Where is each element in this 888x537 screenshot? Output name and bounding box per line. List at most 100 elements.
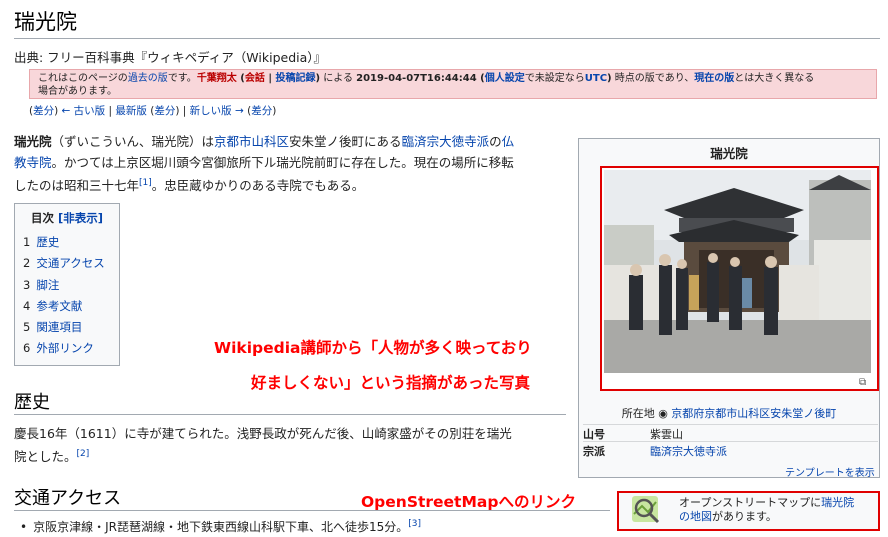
old-revision-line-1: これはこのページの過去の版です。千葉翔太 (会話 | 投稿記録) による 201… [38, 72, 868, 85]
toc-item-label[interactable]: 脚注 [36, 278, 59, 292]
toc-item-num: 4 [23, 298, 31, 313]
ref-3-link[interactable]: [3] [408, 519, 421, 529]
infobox-row: 宗派 [583, 443, 605, 459]
article-subject: 瑞光院 [14, 134, 52, 149]
infobox-location: 所在地 ◉ 京都府京都市山科区安朱堂ノ後町 [621, 407, 837, 420]
access-text: 京阪京津線・JR琵琶湖線・地下鉄東西線山科駅下車、北へ徒歩15分。 [33, 520, 409, 534]
toc-item-label[interactable]: 関連項目 [36, 320, 82, 334]
toc-item[interactable]: 2 交通アクセス [23, 253, 119, 274]
toc-item-label[interactable]: 外部リンク [36, 341, 94, 355]
infobox-key: 山号 [583, 428, 605, 441]
photo-annotation-line-1: Wikipedia講師から「人物が多く映っており [214, 339, 532, 357]
history-paragraph: 慶長16年（1611）に寺が建てられた。浅野長政が死んだ後、山崎家盛がその別荘を… [14, 424, 569, 467]
toc-header: 目次 [非表示] [15, 210, 119, 226]
old-revision-suffix: とは大きく異なる [734, 73, 815, 84]
intro-reading: （ずいこういん、瑞光院）は [51, 134, 215, 149]
page-title: 瑞光院 [14, 10, 77, 34]
access-heading: 交通アクセス [14, 488, 122, 509]
toc-item[interactable]: 6 外部リンク [23, 338, 119, 359]
osm-magnifier-icon [630, 494, 662, 526]
ref-1-link[interactable]: [1] [139, 178, 152, 188]
temple-link[interactable]: 仏 [502, 134, 515, 149]
talk-link[interactable]: 会話 [245, 73, 265, 84]
old-revision-unset: で未設定なら [524, 73, 585, 84]
infobox-value: 紫雲山 [650, 428, 683, 441]
old-revision-by: による [320, 73, 357, 84]
contribs-link[interactable]: 投稿記録 [276, 73, 316, 84]
revision-nav: (差分) ← 古い版 | 最新版 (差分) | 新しい版 → (差分) [29, 105, 277, 117]
infobox-key: 宗派 [583, 445, 605, 458]
osm-text-2: があります。 [712, 510, 777, 523]
diff-link-2[interactable]: 差分 [154, 105, 175, 117]
history-text-1: 慶長16年（1611）に寺が建てられた。浅野長政が死んだ後、山崎家盛がその別荘を… [14, 426, 512, 441]
bullet: • [20, 520, 28, 534]
history-text-2: 院とした。 [14, 449, 77, 465]
infobox-sect-link[interactable]: 臨済宗大徳寺派 [650, 443, 727, 459]
current-version-link[interactable]: 現在の版 [694, 73, 734, 84]
table-of-contents: 目次 [非表示] 1 歴史 2 交通アクセス 3 脚注 4 参考文献 5 関連項目 6 外部… [14, 203, 120, 366]
temple-photo-image [604, 170, 871, 373]
infobox-row-divider [583, 424, 878, 425]
preferences-link[interactable]: 個人設定 [485, 73, 525, 84]
user-link[interactable]: 千葉翔太 [197, 73, 237, 84]
toc-item-label[interactable]: 交通アクセス [36, 256, 104, 270]
old-revision-is: です。 [167, 73, 197, 84]
temple-photo[interactable] [604, 170, 871, 373]
toc-item-num: 3 [23, 277, 31, 292]
toc-item[interactable]: 1 歴史 [23, 232, 119, 253]
utc-link[interactable]: UTC [585, 73, 607, 84]
place-link[interactable]: 京都市山科区 [214, 134, 289, 149]
revision-timestamp: 2019-04-07T16:44:44 [356, 73, 477, 84]
toc-item[interactable]: 5 関連項目 [23, 317, 119, 338]
infobox-row-divider [583, 441, 878, 442]
newer-revision-link[interactable]: 新しい版 → [190, 105, 244, 117]
location-label: 所在地 [621, 407, 655, 420]
intro-sentence-4: 。忠臣蔵ゆかりのある寺院でもある。 [151, 178, 365, 194]
old-revision-prefix: これはこのページの [38, 73, 128, 84]
template-link[interactable]: テンプレートを表示 [785, 464, 875, 479]
history-heading: 歴史 [14, 392, 50, 413]
osm-map-link[interactable]: の地図 [679, 510, 712, 523]
intro-sentence-2: 。かつては上京区堀川頭今宮御旅所下ル瑞光院前町に存在した。現在の場所に移転 [51, 155, 514, 170]
intro-place-rest: 安朱堂ノ後町にある [289, 134, 402, 149]
ref-2-link[interactable]: [2] [77, 449, 90, 459]
diff-link-3[interactable]: 差分 [251, 105, 272, 117]
toc-title: 目次 [30, 211, 54, 225]
old-revision-line-2: 場合があります。 [38, 86, 117, 97]
osm-temple-link[interactable]: 瑞光院 [821, 496, 854, 509]
latest-revision-link[interactable]: 最新版 [115, 105, 147, 117]
enlarge-icon[interactable]: ⧉ [859, 377, 866, 388]
paren: ( [476, 73, 485, 84]
toc-item-label[interactable]: 参考文献 [36, 299, 82, 313]
intro-no: の [489, 134, 502, 149]
toc-item[interactable]: 3 脚注 [23, 275, 119, 296]
toc-item-num: 5 [23, 320, 31, 335]
source-line: 出典: フリー百科事典『ウィキペディア（Wikipedia）』 [14, 50, 327, 65]
past-version-link[interactable]: 過去の版 [128, 73, 168, 84]
toc-toggle[interactable]: [非表示] [58, 211, 103, 225]
paren: ( [236, 73, 245, 84]
toc-item-num: 2 [23, 256, 31, 271]
intro-sentence-3: したのは昭和三十七年 [14, 178, 140, 194]
infobox-row: 山号 [583, 426, 605, 442]
old-revision-notice: これはこのページの過去の版です。千葉翔太 (会話 | 投稿記録) による 201… [29, 69, 877, 99]
osm-text-1: オープンストリートマップに [679, 496, 822, 509]
osm-annotation: OpenStreetMapへのリンク [361, 493, 576, 511]
separator: | [264, 73, 276, 84]
intro-paragraph: 瑞光院（ずいこういん、瑞光院）は京都市山科区安朱堂ノ後町にある臨済宗大徳寺派の仏… [14, 131, 569, 196]
location-link[interactable]: 京都府京都市山科区安朱堂ノ後町 [671, 407, 836, 420]
older-revision-link[interactable]: ← 古い版 [62, 105, 106, 117]
school-link[interactable]: 臨済宗大徳寺派 [402, 134, 490, 149]
diff-link-1[interactable]: 差分 [33, 105, 54, 117]
osm-text: オープンストリートマップに瑞光院の地図があります。 [679, 496, 879, 524]
toc-item-num: 6 [23, 341, 31, 356]
toc-item[interactable]: 4 参考文献 [23, 296, 119, 317]
infobox-title: 瑞光院 [710, 146, 748, 161]
access-list-item: • 京阪京津線・JR琵琶湖線・地下鉄東西線山科駅下車、北へ徒歩15分。[3] [20, 518, 421, 535]
toc-item-num: 1 [23, 235, 31, 249]
toc-list: 1 歴史 2 交通アクセス 3 脚注 4 参考文献 5 関連項目 6 外部リンク [15, 232, 119, 360]
history-divider [14, 414, 566, 415]
title-divider [14, 38, 880, 39]
toc-item-label[interactable]: 歴史 [36, 235, 59, 249]
temple-link-cont[interactable]: 教寺院 [14, 155, 52, 170]
